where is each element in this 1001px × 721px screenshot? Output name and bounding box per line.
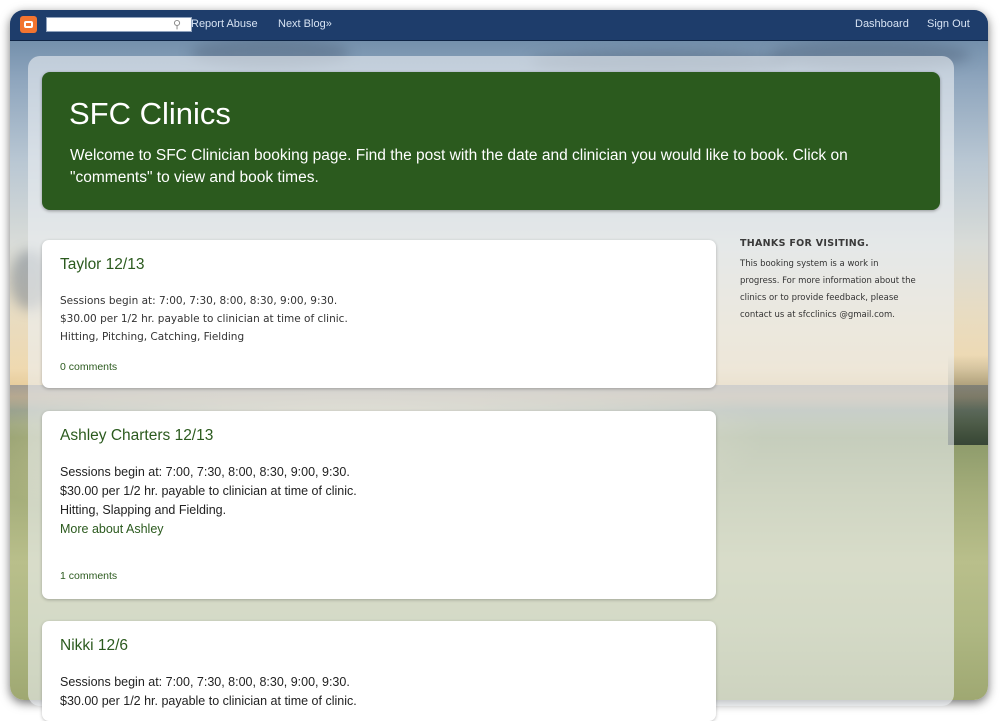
blog-post: Ashley Charters 12/13 Sessions begin at:… (42, 411, 716, 599)
sign-out-link[interactable]: Sign Out (927, 18, 970, 30)
blog-post: Taylor 12/13 Sessions begin at: 7:00, 7:… (42, 240, 716, 388)
post-body: Sessions begin at: 7:00, 7:30, 8:00, 8:3… (60, 292, 348, 346)
post-body: Sessions begin at: 7:00, 7:30, 8:00, 8:3… (60, 463, 357, 539)
next-blog-link[interactable]: Next Blog» (278, 18, 332, 30)
post-line: Hitting, Slapping and Fielding. (60, 503, 227, 517)
post-comments-link[interactable]: 0 comments (60, 361, 117, 373)
post-line: Sessions begin at: 7:00, 7:30, 8:00, 8:3… (60, 465, 350, 479)
post-comments-link[interactable]: 1 comments (60, 570, 117, 582)
blog-description: Welcome to SFC Clinician booking page. F… (70, 147, 848, 186)
blog-header: SFC Clinics Welcome to SFC Clinician boo… (42, 72, 940, 210)
post-line: $30.00 per 1/2 hr. payable to clinician … (60, 313, 348, 325)
blogger-logo-icon[interactable] (20, 16, 37, 33)
blogger-navbar: ⚲ Report Abuse Next Blog» Dashboard Sign… (10, 10, 988, 41)
post-title[interactable]: Taylor 12/13 (60, 256, 144, 274)
sidebar-widget-title: THANKS FOR VISITING. (740, 238, 870, 249)
post-line: Sessions begin at: 7:00, 7:30, 8:00, 8:3… (60, 295, 338, 307)
blog-title[interactable]: SFC Clinics (69, 96, 231, 132)
post-body: Sessions begin at: 7:00, 7:30, 8:00, 8:3… (60, 673, 357, 711)
more-about-link[interactable]: More about Ashley (60, 520, 357, 539)
dashboard-link[interactable]: Dashboard (855, 18, 909, 30)
search-icon[interactable]: ⚲ (168, 17, 186, 32)
post-line: Sessions begin at: 7:00, 7:30, 8:00, 8:3… (60, 675, 350, 689)
post-line: $30.00 per 1/2 hr. payable to clinician … (60, 484, 357, 498)
post-title[interactable]: Nikki 12/6 (60, 637, 128, 655)
blog-post: Nikki 12/6 Sessions begin at: 7:00, 7:30… (42, 621, 716, 721)
post-line: $30.00 per 1/2 hr. payable to clinician … (60, 694, 357, 708)
post-line: Hitting, Pitching, Catching, Fielding (60, 331, 245, 343)
report-abuse-link[interactable]: Report Abuse (191, 18, 258, 30)
post-title[interactable]: Ashley Charters 12/13 (60, 427, 213, 445)
background-trees (948, 355, 988, 445)
sidebar-widget-text: This booking system is a work in progres… (740, 259, 916, 320)
